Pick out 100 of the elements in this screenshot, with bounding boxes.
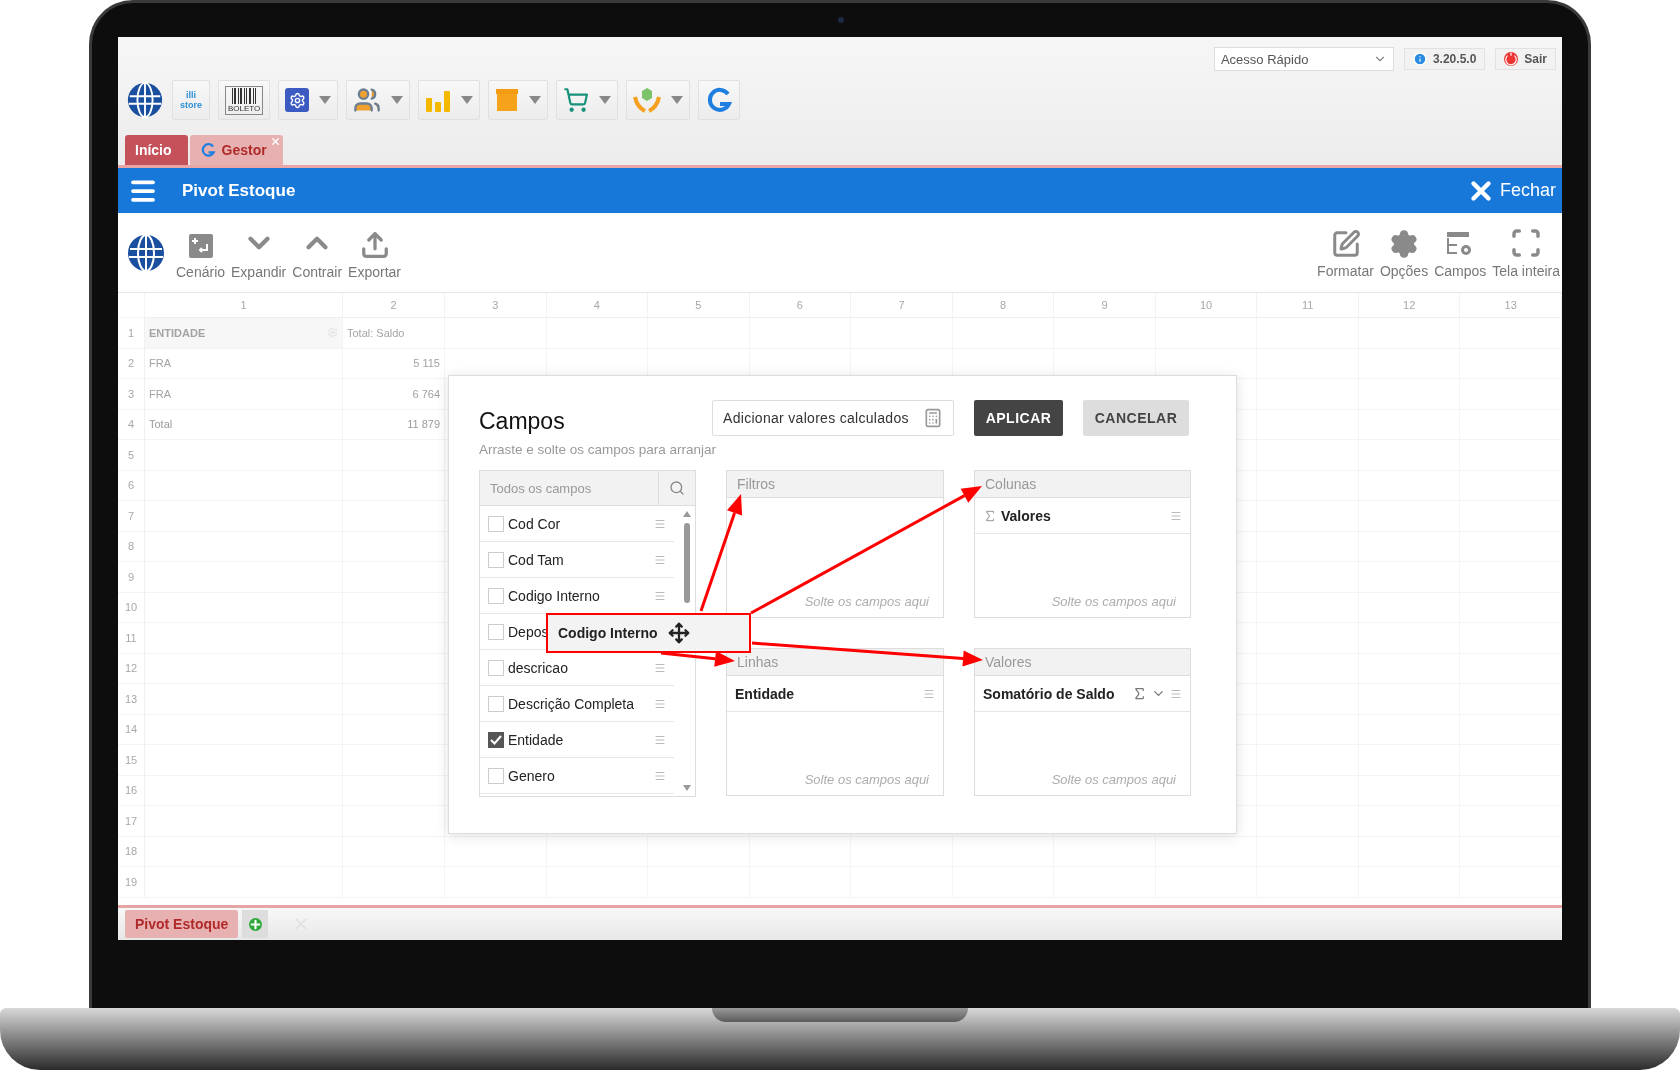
row-number: 12 xyxy=(118,653,145,684)
drag-handle-icon[interactable] xyxy=(923,687,935,700)
toolbar-button[interactable]: Opções xyxy=(1377,228,1431,279)
table-cell: 11 879 xyxy=(343,409,445,440)
cell-text: ENTIDADE xyxy=(149,326,206,339)
cancel-button[interactable]: CANCELAR xyxy=(1083,400,1189,436)
drag-handle-icon[interactable] xyxy=(654,733,666,746)
logout-button[interactable]: Sair xyxy=(1495,48,1556,70)
row-number: 14 xyxy=(118,714,145,745)
checkbox[interactable] xyxy=(488,731,504,748)
sheet-tab[interactable]: Pivot Estoque xyxy=(125,910,239,938)
table-cell: 5 115 xyxy=(343,348,445,379)
row-number: 8 xyxy=(118,531,145,562)
field-row[interactable]: Cod Tam xyxy=(480,542,674,578)
dialog-hint: Arraste e solte os campos para arranjar xyxy=(479,442,718,459)
drop-hint: Solte os campos aqui xyxy=(1051,772,1177,787)
field-row[interactable]: Genero xyxy=(480,758,674,794)
app-module-button[interactable] xyxy=(278,80,339,120)
field-row[interactable]: Cod Cor xyxy=(480,506,674,542)
app-module-button[interactable]: BOLETO xyxy=(218,80,271,120)
row-number: 17 xyxy=(118,806,145,837)
column-header: 10 xyxy=(1155,293,1258,318)
zone-title: Valores xyxy=(975,649,1190,676)
app-module-button[interactable] xyxy=(556,80,619,120)
settings-icon xyxy=(1389,228,1420,259)
info-icon xyxy=(1412,52,1427,66)
table-cell: Total: Saldo xyxy=(343,318,445,349)
apply-button[interactable]: APLICAR xyxy=(974,400,1063,436)
row-number: 10 xyxy=(118,592,145,623)
row-number: 5 xyxy=(118,440,145,471)
caret-icon xyxy=(319,96,332,104)
row-number: 9 xyxy=(118,562,145,593)
add-sheet-button[interactable] xyxy=(242,910,269,938)
toolbar-button[interactable]: Exportar xyxy=(346,229,403,280)
close-icon[interactable] xyxy=(269,136,281,147)
row-number: 6 xyxy=(118,470,145,501)
drag-handle-icon[interactable] xyxy=(654,517,666,530)
row-number: 7 xyxy=(118,501,145,532)
drag-handle-icon[interactable] xyxy=(654,769,666,782)
caret-icon xyxy=(529,96,542,104)
tab[interactable]: Gestor xyxy=(189,135,283,165)
caret-icon xyxy=(461,96,474,104)
field-row[interactable]: Entidade xyxy=(480,722,674,758)
search-icon[interactable] xyxy=(669,480,685,496)
toolbar-button[interactable]: Cenário xyxy=(174,231,228,280)
version-button[interactable]: 3.20.5.0 xyxy=(1403,48,1486,70)
edit-icon xyxy=(1330,228,1361,259)
toolbar-button[interactable]: Tela inteira xyxy=(1490,226,1562,279)
calculator-icon xyxy=(923,408,943,428)
row-number: 15 xyxy=(118,745,145,776)
column-header: 9 xyxy=(1054,293,1156,318)
app-module-button[interactable] xyxy=(346,80,411,120)
caret-icon xyxy=(671,96,684,104)
toolbar-button[interactable]: Campos xyxy=(1432,228,1489,279)
row-number: 11 xyxy=(118,623,145,654)
zone-item[interactable]: Somatório de Saldo xyxy=(975,676,1190,712)
dialog-title: Campos xyxy=(479,407,565,435)
column-header: 6 xyxy=(749,293,852,318)
field-row[interactable]: Descrição Completa xyxy=(480,686,674,722)
zone-item[interactable]: Valores xyxy=(975,498,1190,534)
row-number: 19 xyxy=(118,867,145,898)
drag-handle-icon[interactable] xyxy=(654,589,666,602)
caret-icon xyxy=(391,96,404,104)
drag-handle-icon[interactable] xyxy=(654,661,666,674)
table-cell: FRA xyxy=(145,379,343,410)
toolbar-button[interactable]: Contrair xyxy=(290,225,345,280)
column-header: 11 xyxy=(1257,293,1359,318)
export-icon xyxy=(359,229,390,260)
refresh-icon xyxy=(705,86,734,114)
app-module-button[interactable] xyxy=(698,80,741,120)
drop-hint: Solte os campos aqui xyxy=(804,594,930,609)
close-button[interactable]: Fechar xyxy=(1465,175,1556,206)
toolbar-button[interactable]: Formatar xyxy=(1315,228,1376,279)
sigma-icon xyxy=(1132,686,1147,701)
page-title: Pivot Estoque xyxy=(182,180,296,201)
drag-handle-icon[interactable] xyxy=(654,697,666,710)
toolbar-button[interactable]: Expandir xyxy=(229,225,289,280)
move-icon xyxy=(667,622,690,644)
drag-handle-icon[interactable] xyxy=(654,553,666,566)
row-number: 16 xyxy=(118,775,145,806)
hands-cube-icon xyxy=(633,87,662,113)
bar-chart-icon xyxy=(425,88,452,112)
zone-title: Filtros xyxy=(727,471,943,498)
quick-access-dropdown[interactable]: Acesso Rápido xyxy=(1213,47,1394,71)
tab[interactable]: Início xyxy=(125,135,188,165)
table-cell: FRA xyxy=(145,348,343,379)
refresh-icon xyxy=(199,142,216,158)
add-calculated-button[interactable]: Adicionar valores calculados xyxy=(712,400,954,436)
plus-icon xyxy=(248,917,262,931)
globe-logo-icon xyxy=(126,232,166,273)
power-icon xyxy=(1504,52,1519,66)
people-icon xyxy=(353,86,382,114)
table-cell: Total xyxy=(145,409,343,440)
drag-handle-icon[interactable] xyxy=(1170,509,1182,522)
table-cell: 6 764 xyxy=(343,379,445,410)
zone-item[interactable]: Entidade xyxy=(727,676,943,712)
cart-icon xyxy=(563,87,590,113)
box-icon xyxy=(495,88,520,112)
drag-handle-icon[interactable] xyxy=(1170,687,1182,700)
drop-hint: Solte os campos aqui xyxy=(804,772,930,787)
